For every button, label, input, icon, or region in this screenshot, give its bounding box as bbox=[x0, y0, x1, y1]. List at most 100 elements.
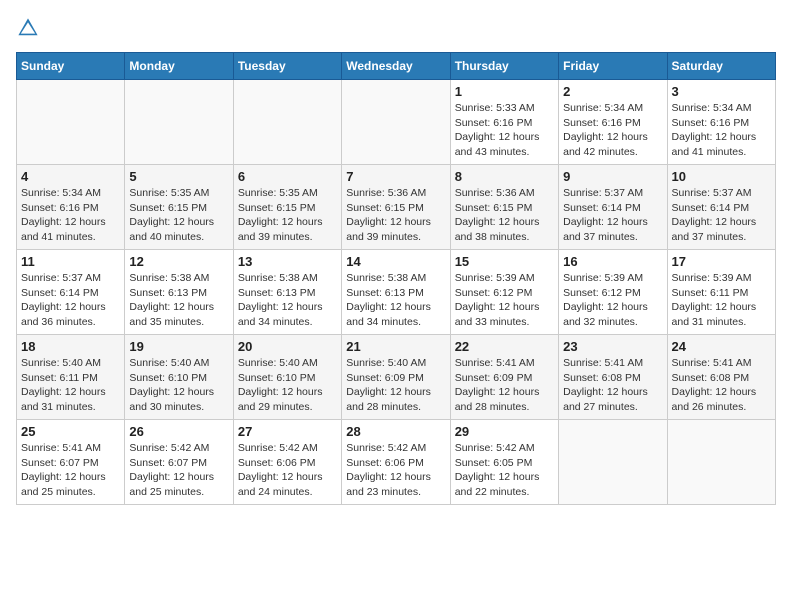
day-number: 12 bbox=[129, 254, 228, 269]
day-number: 28 bbox=[346, 424, 445, 439]
day-info: Sunrise: 5:37 AM Sunset: 6:14 PM Dayligh… bbox=[672, 186, 771, 245]
day-info: Sunrise: 5:42 AM Sunset: 6:06 PM Dayligh… bbox=[346, 441, 445, 500]
calendar-cell: 19 Sunrise: 5:40 AM Sunset: 6:10 PM Dayli… bbox=[125, 335, 233, 420]
day-number: 11 bbox=[21, 254, 120, 269]
day-info: Sunrise: 5:38 AM Sunset: 6:13 PM Dayligh… bbox=[129, 271, 228, 330]
day-number: 14 bbox=[346, 254, 445, 269]
weekday-header-sunday: Sunday bbox=[17, 53, 125, 80]
day-number: 10 bbox=[672, 169, 771, 184]
calendar-cell: 24 Sunrise: 5:41 AM Sunset: 6:08 PM Dayli… bbox=[667, 335, 775, 420]
calendar-cell bbox=[125, 80, 233, 165]
day-info: Sunrise: 5:42 AM Sunset: 6:05 PM Dayligh… bbox=[455, 441, 554, 500]
day-number: 9 bbox=[563, 169, 662, 184]
day-info: Sunrise: 5:35 AM Sunset: 6:15 PM Dayligh… bbox=[129, 186, 228, 245]
calendar-cell: 18Sunrise: 5:40 AM Sunset: 6:11 PM Dayli… bbox=[17, 335, 125, 420]
calendar-cell: 25Sunrise: 5:41 AM Sunset: 6:07 PM Dayli… bbox=[17, 420, 125, 505]
calendar-cell bbox=[342, 80, 450, 165]
calendar-cell: 11 Sunrise: 5:37 AM Sunset: 6:14 PM Dayli… bbox=[17, 250, 125, 335]
day-info: Sunrise: 5:41 AM Sunset: 6:09 PM Dayligh… bbox=[455, 356, 554, 415]
day-number: 24 bbox=[672, 339, 771, 354]
day-info: Sunrise: 5:40 AM Sunset: 6:09 PM Dayligh… bbox=[346, 356, 445, 415]
calendar-cell bbox=[233, 80, 341, 165]
day-number: 15 bbox=[455, 254, 554, 269]
day-info: Sunrise: 5:33 AM Sunset: 6:16 PM Dayligh… bbox=[455, 101, 554, 160]
calendar-week-0: 1 Sunrise: 5:33 AM Sunset: 6:16 PM Daylig… bbox=[17, 80, 776, 165]
day-number: 29 bbox=[455, 424, 554, 439]
day-info: Sunrise: 5:36 AM Sunset: 6:15 PM Dayligh… bbox=[346, 186, 445, 245]
calendar-cell: 15 Sunrise: 5:39 AM Sunset: 6:12 PM Dayli… bbox=[450, 250, 558, 335]
day-info: Sunrise: 5:41 AM Sunset: 6:08 PM Dayligh… bbox=[672, 356, 771, 415]
calendar-cell: 23 Sunrise: 5:41 AM Sunset: 6:08 PM Dayli… bbox=[559, 335, 667, 420]
calendar-week-1: 4 Sunrise: 5:34 AM Sunset: 6:16 PM Daylig… bbox=[17, 165, 776, 250]
day-info: Sunrise: 5:39 AM Sunset: 6:12 PM Dayligh… bbox=[455, 271, 554, 330]
day-info: Sunrise: 5:39 AM Sunset: 6:12 PM Dayligh… bbox=[563, 271, 662, 330]
calendar-cell: 4 Sunrise: 5:34 AM Sunset: 6:16 PM Daylig… bbox=[17, 165, 125, 250]
day-info: Sunrise: 5:34 AM Sunset: 6:16 PM Dayligh… bbox=[563, 101, 662, 160]
calendar-week-3: 18Sunrise: 5:40 AM Sunset: 6:11 PM Dayli… bbox=[17, 335, 776, 420]
weekday-header-tuesday: Tuesday bbox=[233, 53, 341, 80]
day-number: 21 bbox=[346, 339, 445, 354]
calendar-cell: 2 Sunrise: 5:34 AM Sunset: 6:16 PM Daylig… bbox=[559, 80, 667, 165]
calendar-cell: 27 Sunrise: 5:42 AM Sunset: 6:06 PM Dayli… bbox=[233, 420, 341, 505]
day-number: 4 bbox=[21, 169, 120, 184]
day-info: Sunrise: 5:35 AM Sunset: 6:15 PM Dayligh… bbox=[238, 186, 337, 245]
day-number: 16 bbox=[563, 254, 662, 269]
calendar-cell: 1 Sunrise: 5:33 AM Sunset: 6:16 PM Daylig… bbox=[450, 80, 558, 165]
day-info: Sunrise: 5:37 AM Sunset: 6:14 PM Dayligh… bbox=[21, 271, 120, 330]
logo-icon bbox=[16, 16, 40, 40]
calendar-table: SundayMondayTuesdayWednesdayThursdayFrid… bbox=[16, 52, 776, 505]
calendar-cell: 29 Sunrise: 5:42 AM Sunset: 6:05 PM Dayli… bbox=[450, 420, 558, 505]
day-number: 7 bbox=[346, 169, 445, 184]
day-number: 20 bbox=[238, 339, 337, 354]
day-number: 19 bbox=[129, 339, 228, 354]
day-info: Sunrise: 5:36 AM Sunset: 6:15 PM Dayligh… bbox=[455, 186, 554, 245]
calendar-cell: 17Sunrise: 5:39 AM Sunset: 6:11 PM Dayli… bbox=[667, 250, 775, 335]
calendar-cell: 6 Sunrise: 5:35 AM Sunset: 6:15 PM Daylig… bbox=[233, 165, 341, 250]
calendar-cell: 13 Sunrise: 5:38 AM Sunset: 6:13 PM Dayli… bbox=[233, 250, 341, 335]
day-number: 23 bbox=[563, 339, 662, 354]
calendar-cell: 10 Sunrise: 5:37 AM Sunset: 6:14 PM Dayli… bbox=[667, 165, 775, 250]
day-info: Sunrise: 5:40 AM Sunset: 6:10 PM Dayligh… bbox=[238, 356, 337, 415]
calendar-cell: 22Sunrise: 5:41 AM Sunset: 6:09 PM Dayli… bbox=[450, 335, 558, 420]
day-info: Sunrise: 5:40 AM Sunset: 6:10 PM Dayligh… bbox=[129, 356, 228, 415]
day-info: Sunrise: 5:41 AM Sunset: 6:08 PM Dayligh… bbox=[563, 356, 662, 415]
day-info: Sunrise: 5:34 AM Sunset: 6:16 PM Dayligh… bbox=[21, 186, 120, 245]
calendar-cell: 7 Sunrise: 5:36 AM Sunset: 6:15 PM Daylig… bbox=[342, 165, 450, 250]
day-info: Sunrise: 5:42 AM Sunset: 6:07 PM Dayligh… bbox=[129, 441, 228, 500]
weekday-header-thursday: Thursday bbox=[450, 53, 558, 80]
day-info: Sunrise: 5:40 AM Sunset: 6:11 PM Dayligh… bbox=[21, 356, 120, 415]
day-info: Sunrise: 5:34 AM Sunset: 6:16 PM Dayligh… bbox=[672, 101, 771, 160]
weekday-header-wednesday: Wednesday bbox=[342, 53, 450, 80]
day-number: 1 bbox=[455, 84, 554, 99]
day-number: 27 bbox=[238, 424, 337, 439]
calendar-cell: 16 Sunrise: 5:39 AM Sunset: 6:12 PM Dayli… bbox=[559, 250, 667, 335]
day-info: Sunrise: 5:37 AM Sunset: 6:14 PM Dayligh… bbox=[563, 186, 662, 245]
calendar-body: 1 Sunrise: 5:33 AM Sunset: 6:16 PM Daylig… bbox=[17, 80, 776, 505]
day-info: Sunrise: 5:38 AM Sunset: 6:13 PM Dayligh… bbox=[238, 271, 337, 330]
calendar-cell: 8Sunrise: 5:36 AM Sunset: 6:15 PM Daylig… bbox=[450, 165, 558, 250]
day-number: 5 bbox=[129, 169, 228, 184]
calendar-cell bbox=[17, 80, 125, 165]
calendar-cell: 12 Sunrise: 5:38 AM Sunset: 6:13 PM Dayli… bbox=[125, 250, 233, 335]
logo bbox=[16, 16, 44, 40]
calendar-cell: 3 Sunrise: 5:34 AM Sunset: 6:16 PM Daylig… bbox=[667, 80, 775, 165]
day-number: 6 bbox=[238, 169, 337, 184]
calendar-week-2: 11 Sunrise: 5:37 AM Sunset: 6:14 PM Dayli… bbox=[17, 250, 776, 335]
day-number: 2 bbox=[563, 84, 662, 99]
calendar-week-4: 25Sunrise: 5:41 AM Sunset: 6:07 PM Dayli… bbox=[17, 420, 776, 505]
weekday-header-monday: Monday bbox=[125, 53, 233, 80]
day-info: Sunrise: 5:42 AM Sunset: 6:06 PM Dayligh… bbox=[238, 441, 337, 500]
day-number: 13 bbox=[238, 254, 337, 269]
weekday-header-saturday: Saturday bbox=[667, 53, 775, 80]
day-info: Sunrise: 5:38 AM Sunset: 6:13 PM Dayligh… bbox=[346, 271, 445, 330]
day-number: 25 bbox=[21, 424, 120, 439]
day-number: 3 bbox=[672, 84, 771, 99]
calendar-cell: 26Sunrise: 5:42 AM Sunset: 6:07 PM Dayli… bbox=[125, 420, 233, 505]
calendar-cell: 28 Sunrise: 5:42 AM Sunset: 6:06 PM Dayli… bbox=[342, 420, 450, 505]
page-header bbox=[16, 16, 776, 40]
weekday-row: SundayMondayTuesdayWednesdayThursdayFrid… bbox=[17, 53, 776, 80]
day-info: Sunrise: 5:39 AM Sunset: 6:11 PM Dayligh… bbox=[672, 271, 771, 330]
weekday-header-friday: Friday bbox=[559, 53, 667, 80]
calendar-cell bbox=[559, 420, 667, 505]
calendar-cell: 9 Sunrise: 5:37 AM Sunset: 6:14 PM Daylig… bbox=[559, 165, 667, 250]
